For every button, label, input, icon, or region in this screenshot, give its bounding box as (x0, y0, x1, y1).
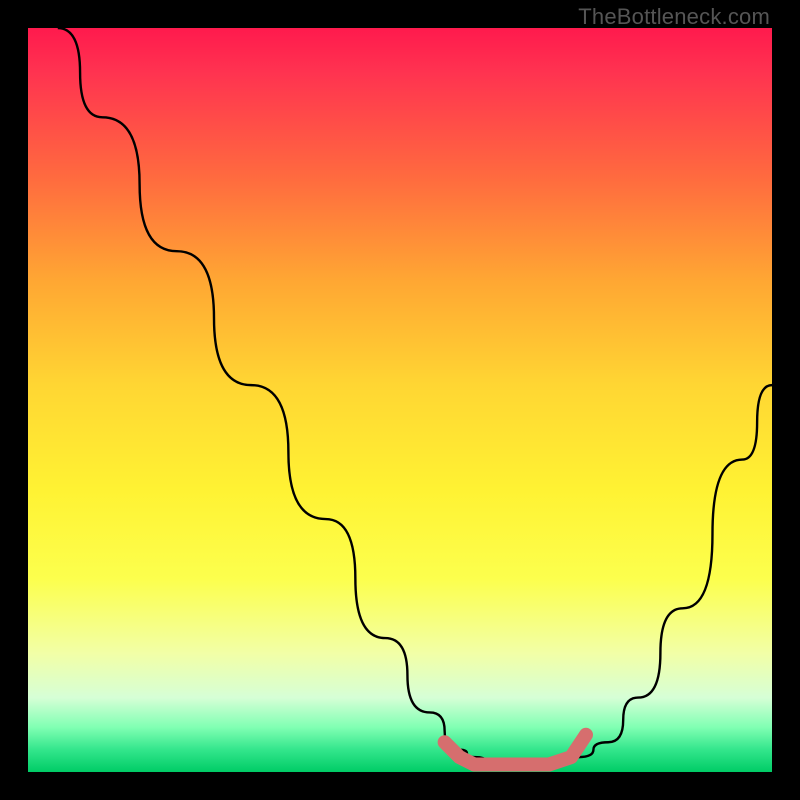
bottleneck-curve-path (58, 28, 772, 765)
chart-frame: TheBottleneck.com (0, 0, 800, 800)
watermark-text: TheBottleneck.com (578, 4, 770, 30)
bottleneck-curve-svg (28, 28, 772, 772)
plot-area (28, 28, 772, 772)
